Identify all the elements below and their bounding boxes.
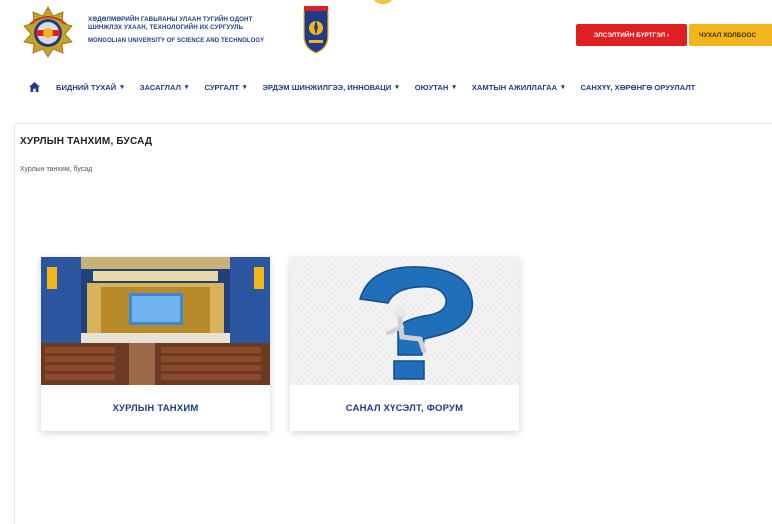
nav-item-students[interactable]: ОЮУТАН ▾ [415,83,456,92]
conference-hall-photo[interactable] [41,257,270,385]
nav-item-about[interactable]: БИДНИЙ ТУХАЙ ▾ [56,83,124,92]
nav-item-label: САНХҮҮ, ХӨРӨНГӨ ОРУУЛАЛТ [580,82,696,92]
chevron-down-icon: ▾ [242,84,247,91]
nav-item-label: ЭРДЭМ ШИНЖИЛГЭЭ, ИННОВАЦИ [262,82,392,92]
chevron-down-icon: ▾ [561,84,565,91]
card-feedback-forum[interactable]: САНАЛ ХҮСЭЛТ, ФОРУМ [290,257,519,431]
university-name: ХӨДӨЛМӨРИЙН ГАВЬЯАНЫ УЛААН ТУГИЙН ОДОНТ … [88,16,298,45]
card-label[interactable]: САНАЛ ХҮСЭЛТ, ФОРУМ [290,385,519,431]
breadcrumb: Хурлын танхим, бусад [20,166,93,173]
home-icon[interactable] [28,81,40,93]
nav-item-label: СУРГАЛТ [204,82,239,92]
chevron-down-icon: ▾ [184,84,189,91]
chevron-down-icon: ▾ [452,84,456,91]
nav-item-governance[interactable]: ЗАСАГЛАЛ ▾ [140,83,189,92]
chevron-down-icon: ▾ [120,84,124,91]
card-label[interactable]: ХУРЛЫН ТАНХИМ [41,385,270,431]
admission-registration-button[interactable]: ЭЛСЭЛТИЙН БҮРТГЭЛ › [576,24,687,46]
nav-item-label: БИДНИЙ ТУХАЙ [56,82,117,92]
question-mark-figure[interactable] [290,257,519,385]
nav-item-research[interactable]: ЭРДЭМ ШИНЖИЛГЭЭ, ИННОВАЦИ ▾ [263,83,399,92]
nav-item-label: ОЮУТАН [414,82,449,92]
emblem-icon [303,6,329,54]
nav-item-label: ЗАСАГЛАЛ [139,82,181,92]
nav-item-finance[interactable]: САНХҮҮ, ХӨРӨНГӨ ОРУУЛАЛТ [581,83,700,92]
university-logo[interactable] [22,6,74,58]
main-navigation: БИДНИЙ ТУХАЙ ▾ ЗАСАГЛАЛ ▾ СУРГАЛТ ▾ ЭРДЭМ Ш… [0,70,772,104]
top-decoration [372,0,394,4]
nav-item-education[interactable]: СУРГАЛТ ▾ [204,83,246,92]
chevron-down-icon: ▾ [395,84,399,91]
nav-item-cooperation[interactable]: ХАМТЫН АЖИЛЛАГАА ▾ [472,83,565,92]
university-name-mn-line2: ШИНЖЛЭХ УХААН, ТЕХНОЛОГИЙН ИХ СУРГУУЛЬ [88,24,244,31]
nav-item-label: ХАМТЫН АЖИЛЛАГАА [471,82,558,92]
university-name-mn-line1: ХӨДӨЛМӨРИЙН ГАВЬЯАНЫ УЛААН ТУГИЙН ОДОНТ [88,16,253,23]
page-title: ХУРЛЫН ТАНХИМ, БУСАД [20,136,153,147]
important-links-button[interactable]: ЧУХАЛ ХОЛБООС [689,24,772,46]
card-conference-hall[interactable]: ХУРЛЫН ТАНХИМ [41,257,270,431]
site-header: ХӨДӨЛМӨРИЙН ГАВЬЯАНЫ УЛААН ТУГИЙН ОДОНТ … [0,0,772,70]
university-name-en: MONGOLIAN UNIVERSITY OF SCIENCE AND TECH… [88,38,265,44]
